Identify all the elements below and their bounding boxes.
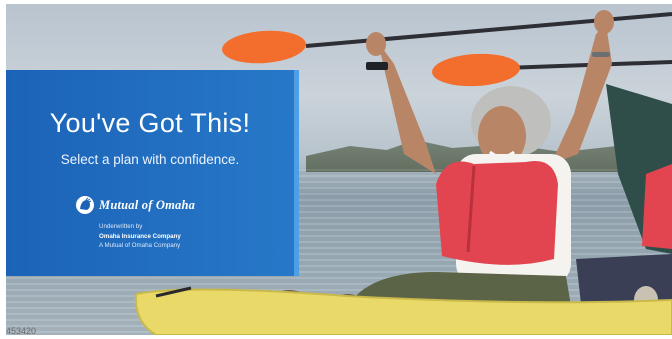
headline: You've Got This! [49,108,251,138]
underwriter-note: A Mutual of Omaha Company [99,242,181,249]
life-vest [436,160,558,265]
hero-photo: You've Got This! Select a plan with conf… [6,4,672,335]
brand-name: Mutual of Omaha [99,197,196,212]
bracelet [592,52,610,57]
paddle-blade-upper [222,30,306,64]
underwritten-label: Underwritten by [99,223,143,230]
second-paddler-vest [642,164,672,249]
left-hand [366,32,386,56]
paddle-blade-lower [432,53,520,87]
photo-id: 453420 [6,326,37,336]
subheadline: Select a plan with confidence. [60,152,240,167]
promo-panel: You've Got This! Select a plan with conf… [6,70,299,276]
brand-logo: Mutual of Omaha [76,196,195,214]
paddle-shaft-upper [305,12,672,48]
underwriting-info: Underwritten by Omaha Insurance Company … [99,222,181,251]
underwriter-name: Omaha Insurance Company [99,232,181,240]
right-arm [551,24,612,164]
native-chief-head-icon [76,196,94,214]
watch [366,62,388,70]
right-hand [594,10,614,34]
left-arm [378,42,436,174]
